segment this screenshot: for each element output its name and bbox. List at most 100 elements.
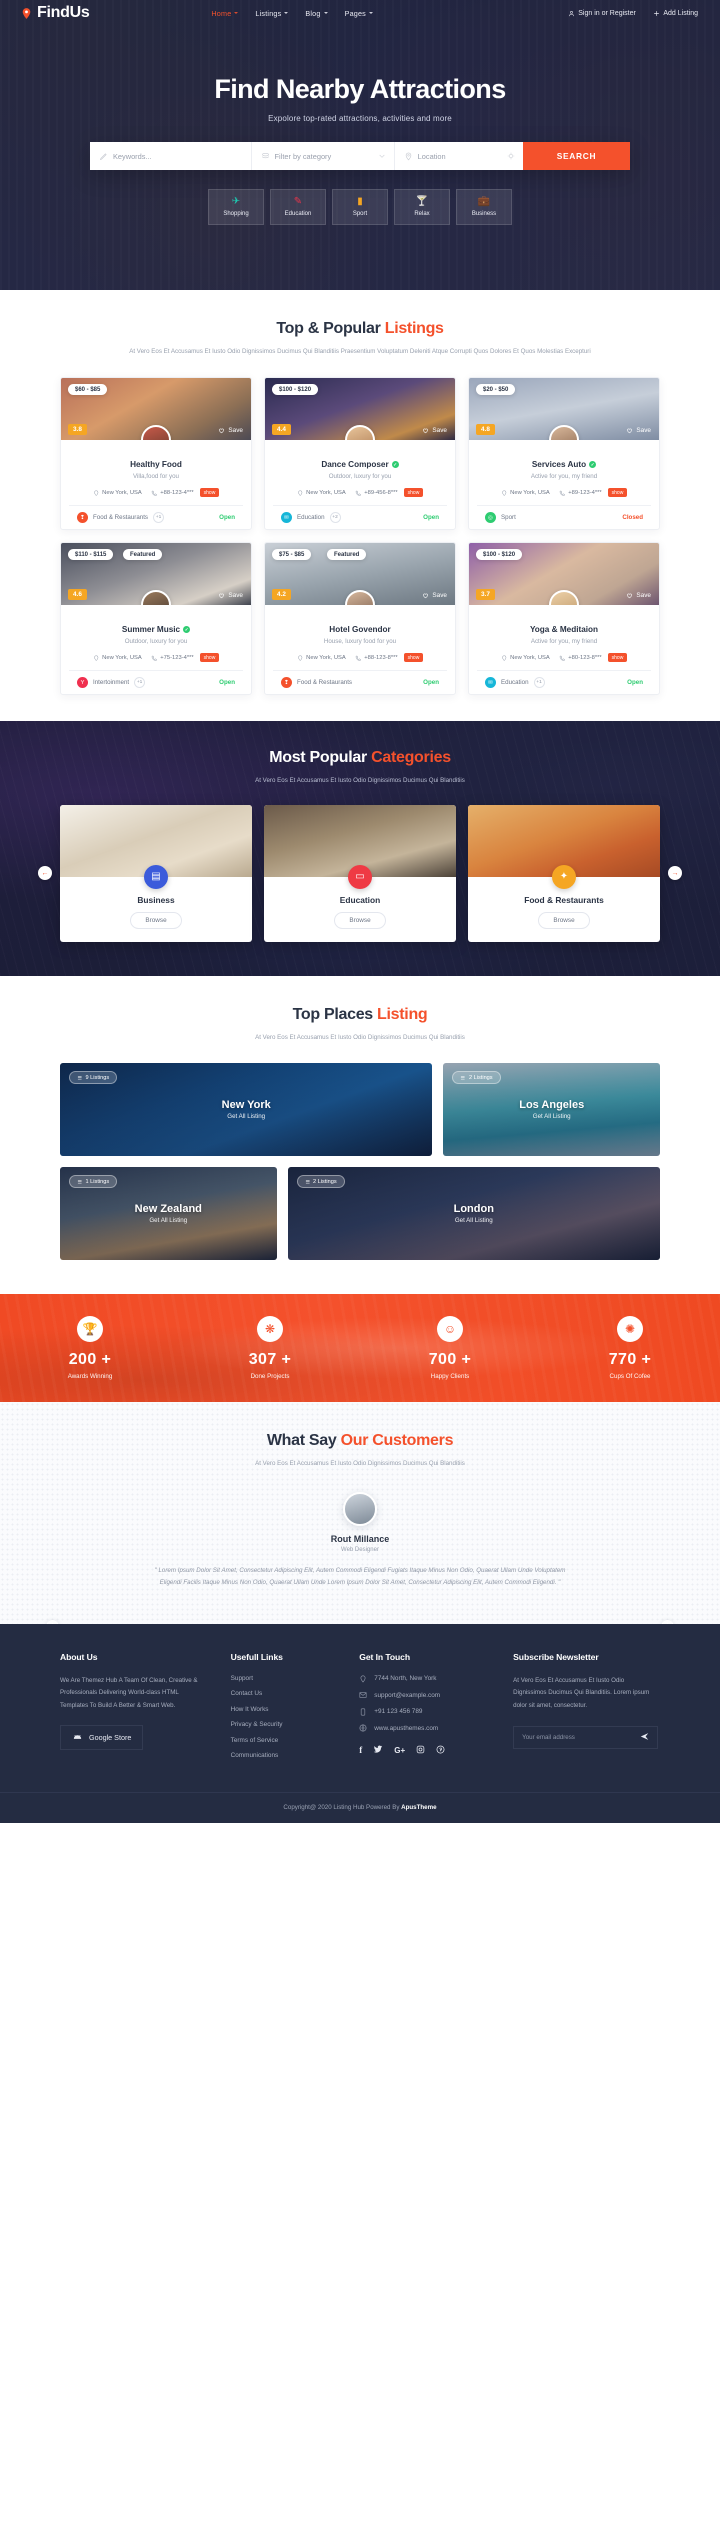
site-footer: About Us We Are Themez Hub A Team Of Cle… xyxy=(0,1623,720,1824)
price-badge: $100 - $120 xyxy=(272,384,319,396)
search-button[interactable]: SEARCH xyxy=(523,142,631,170)
footer-address: 7744 North, New York xyxy=(374,1675,437,1683)
footer-link[interactable]: Communications xyxy=(231,1752,346,1759)
listing-image[interactable]: $100 - $120 4.4 Save xyxy=(265,378,455,441)
location-field[interactable]: Location xyxy=(395,142,523,170)
chip-relax[interactable]: 🍸 Relax xyxy=(394,189,450,225)
briefcase-icon: ▤ xyxy=(144,864,168,889)
footer-link[interactable]: Support xyxy=(231,1675,346,1682)
crosshair-icon[interactable] xyxy=(507,152,515,160)
place-card[interactable]: 2 Listings Los Angeles Get All Listing xyxy=(443,1063,660,1157)
nav-item-home[interactable]: Home xyxy=(211,9,239,18)
category-icon: ✉ xyxy=(281,512,292,524)
extra-categories-count[interactable]: +1 xyxy=(533,677,545,689)
listing-card[interactable]: $100 - $120 4.4 Save Dance Composer ✓ Ou… xyxy=(264,377,456,531)
twitter-icon[interactable] xyxy=(373,1744,383,1756)
listing-card[interactable]: $75 - $85 Featured 4.2 Save Hotel Govend… xyxy=(264,542,456,696)
phone-text: +89-123-4*** xyxy=(568,489,602,496)
chip-sport[interactable]: ▮ Sport xyxy=(332,189,388,225)
footer-link[interactable]: Privacy & Security xyxy=(231,1721,346,1728)
top-places-listing-section: Top Places Listing At Vero Eos Et Accusa… xyxy=(0,975,720,1295)
listing-card[interactable]: $100 - $120 3.7 Save Yoga & Meditaion Ac… xyxy=(468,542,660,696)
save-button[interactable]: Save xyxy=(626,427,651,434)
place-card[interactable]: 2 Listings London Get All Listing xyxy=(287,1167,660,1261)
listing-card[interactable]: $20 - $50 4.8 Save Services Auto ✓ Activ… xyxy=(468,377,660,531)
show-phone-button[interactable]: show xyxy=(607,653,628,663)
android-icon xyxy=(73,1734,82,1739)
place-card[interactable]: 9 Listings New York Get All Listing xyxy=(60,1063,433,1157)
footer-phone-row[interactable]: +91 123 456 789 xyxy=(359,1708,499,1716)
chip-shopping[interactable]: ✈ Shopping xyxy=(208,189,264,225)
save-button[interactable]: Save xyxy=(218,592,243,599)
category-card[interactable]: ▤ Business Browse xyxy=(60,804,252,942)
send-icon[interactable] xyxy=(640,1732,649,1743)
footer-link[interactable]: Contact Us xyxy=(231,1690,346,1697)
browse-button[interactable]: Browse xyxy=(130,911,182,929)
listing-image[interactable]: $20 - $50 4.8 Save xyxy=(469,378,659,441)
footer-website-row[interactable]: www.apusthemes.com xyxy=(359,1724,499,1732)
save-button[interactable]: Save xyxy=(626,592,651,599)
show-phone-button[interactable]: show xyxy=(607,488,628,498)
listing-tagline: House, luxury food for you xyxy=(323,638,397,646)
extra-categories-count[interactable]: +1 xyxy=(134,677,146,689)
show-phone-button[interactable]: show xyxy=(199,488,220,498)
category-name: Sport xyxy=(501,514,516,522)
footer-email-row[interactable]: support@example.com xyxy=(359,1691,499,1699)
listing-phone: +80-123-8*** show xyxy=(559,653,628,663)
chip-education[interactable]: ✎ Education xyxy=(270,189,326,225)
footer-link[interactable]: Terms of Service xyxy=(231,1737,346,1744)
listing-image[interactable]: $110 - $115 Featured 4.6 Save xyxy=(61,543,251,606)
extra-categories-count[interactable]: +2 xyxy=(329,512,341,524)
footer-social-links: f G+ xyxy=(359,1744,499,1756)
listing-card[interactable]: $60 - $85 3.8 Save Healthy Food Villa,fo… xyxy=(60,377,252,531)
browse-button[interactable]: Browse xyxy=(538,911,590,929)
save-label: Save xyxy=(228,427,243,435)
google-store-button[interactable]: Google Store xyxy=(60,1724,144,1750)
save-button[interactable]: Save xyxy=(422,427,447,434)
save-button[interactable]: Save xyxy=(422,592,447,599)
nav-item-pages[interactable]: Pages xyxy=(345,9,373,18)
listing-title-row: Hotel Govendor xyxy=(273,625,447,634)
pinterest-icon[interactable] xyxy=(436,1745,445,1756)
category-label: Food & Restaurants xyxy=(524,894,604,905)
listing-image[interactable]: $100 - $120 3.7 Save xyxy=(469,543,659,606)
save-button[interactable]: Save xyxy=(218,427,243,434)
brand-logo[interactable]: FindUs xyxy=(20,4,90,22)
category-card[interactable]: ▭ Education Browse xyxy=(264,804,456,942)
nav-item-listings[interactable]: Listings xyxy=(255,9,289,18)
chip-label: Education xyxy=(284,211,312,217)
chip-business[interactable]: 💼 Business xyxy=(456,189,512,225)
place-listing-count: 9 Listings xyxy=(69,1071,118,1085)
listing-image[interactable]: $60 - $85 3.8 Save xyxy=(61,378,251,441)
footer-link[interactable]: How It Works xyxy=(231,1706,346,1713)
carousel-next-button[interactable]: → xyxy=(668,866,682,881)
listing-image[interactable]: $75 - $85 Featured 4.2 Save xyxy=(265,543,455,606)
show-phone-button[interactable]: show xyxy=(403,488,424,498)
newsletter-email-input[interactable] xyxy=(522,1733,641,1741)
place-card[interactable]: 1 Listings New Zealand Get All Listing xyxy=(60,1167,277,1261)
place-name: London xyxy=(453,1203,494,1216)
facebook-icon[interactable]: f xyxy=(359,1745,362,1755)
show-phone-button[interactable]: show xyxy=(403,653,424,663)
testimonial-prev-button[interactable]: ← xyxy=(46,1620,59,1624)
carousel-prev-button[interactable]: ← xyxy=(38,866,52,881)
show-phone-button[interactable]: show xyxy=(199,653,220,663)
sign-in-register-link[interactable]: Sign in or Register xyxy=(568,10,636,17)
footer-links-column: Usefull Links Support Contact Us How It Wo… xyxy=(231,1652,346,1760)
extra-categories-count[interactable]: +1 xyxy=(153,512,165,524)
heart-icon xyxy=(219,429,225,434)
location-text: New York, USA xyxy=(510,489,550,496)
category-card[interactable]: ✦ Food & Restaurants Browse xyxy=(468,804,660,942)
instagram-icon[interactable] xyxy=(416,1745,425,1756)
place-subtitle: Get All Listing xyxy=(149,1217,188,1225)
phone-icon xyxy=(151,655,157,661)
category-image: ✦ xyxy=(468,804,660,889)
browse-button[interactable]: Browse xyxy=(334,911,386,929)
add-listing-button[interactable]: Add Listing xyxy=(653,10,698,17)
testimonial-next-button[interactable]: → xyxy=(661,1620,674,1624)
category-select[interactable]: Filter by category xyxy=(252,142,395,170)
nav-item-blog[interactable]: Blog xyxy=(305,9,328,18)
keywords-field[interactable]: Keywords... xyxy=(90,142,252,170)
google-plus-icon[interactable]: G+ xyxy=(394,1746,405,1755)
listing-card[interactable]: $110 - $115 Featured 4.6 Save Summer Mus… xyxy=(60,542,252,696)
